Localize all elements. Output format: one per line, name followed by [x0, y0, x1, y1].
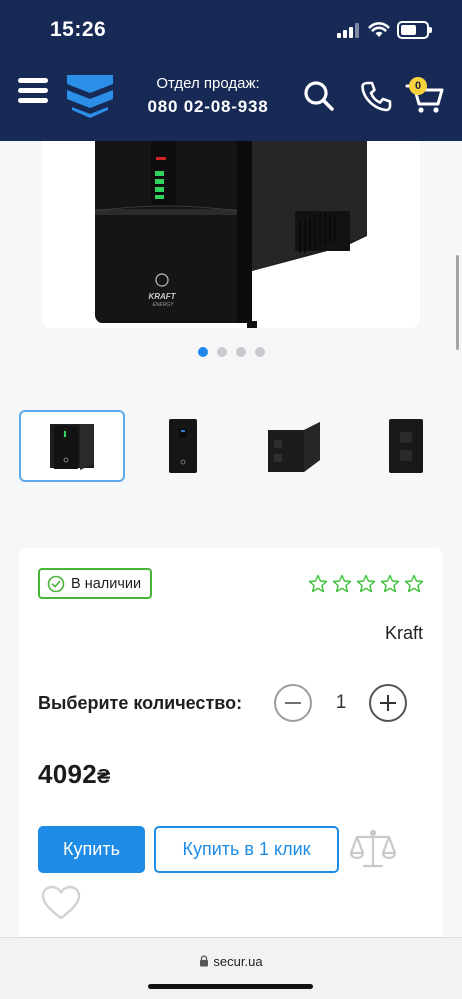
cellular-signal-icon: [337, 23, 361, 38]
check-circle-icon: [47, 575, 65, 592]
star-icon[interactable]: [308, 574, 328, 593]
lock-icon: [200, 955, 209, 967]
status-time: 15:26: [50, 18, 107, 41]
search-icon[interactable]: [303, 80, 335, 112]
sales-phone[interactable]: 080 02-08-938: [134, 97, 282, 117]
secur-chevron-logo[interactable]: [64, 72, 116, 120]
scales-compare-icon[interactable]: [349, 829, 397, 871]
url-text: secur.ua: [213, 954, 263, 969]
wifi-icon: [368, 22, 390, 37]
battery-icon: [397, 21, 432, 39]
availability-badge: В наличии: [38, 568, 153, 599]
hamburger-menu-icon[interactable]: [18, 76, 48, 104]
product-main-image[interactable]: KRAFT ENERGY: [42, 141, 420, 328]
product-info-card: В наличии Kraft Выберите количество: 1 4…: [19, 548, 443, 948]
ups-back-thumbnail[interactable]: [352, 410, 458, 482]
gallery-pagination[interactable]: [198, 347, 265, 357]
buy-one-click-button[interactable]: Купить в 1 клик: [154, 826, 339, 873]
phone-icon[interactable]: [360, 80, 392, 112]
quantity-value[interactable]: 1: [329, 692, 353, 714]
pagination-dot[interactable]: [255, 347, 265, 357]
ups-side-thumbnail[interactable]: [241, 410, 347, 482]
ups-front-angle-thumbnail[interactable]: [19, 410, 125, 482]
star-icon[interactable]: [380, 574, 400, 593]
quantity-increase-button[interactable]: [369, 684, 407, 722]
browser-url-bar[interactable]: secur.ua: [0, 937, 462, 999]
url-display[interactable]: secur.ua: [0, 954, 462, 969]
star-icon[interactable]: [404, 574, 424, 593]
sales-label: Отдел продаж:: [156, 75, 260, 92]
rating-stars[interactable]: [308, 574, 424, 593]
star-icon[interactable]: [332, 574, 352, 593]
buy-button[interactable]: Купить: [38, 826, 145, 873]
thumbnail-strip: [19, 410, 458, 482]
pagination-dot[interactable]: [236, 347, 246, 357]
cart-count-badge: 0: [409, 77, 427, 95]
price-currency: ₴: [97, 766, 111, 788]
pagination-dot[interactable]: [198, 347, 208, 357]
sales-contact[interactable]: Отдел продаж: 080 02-08-938: [134, 75, 282, 117]
product-brand[interactable]: Kraft: [385, 623, 423, 644]
home-indicator[interactable]: [148, 984, 313, 989]
app-header: 15:26 Отдел продаж: 080 02-08-938 0: [0, 0, 462, 141]
quantity-label: Выберите количество:: [38, 693, 243, 713]
ups-front-thumbnail[interactable]: [130, 410, 236, 482]
quantity-decrease-button[interactable]: [274, 684, 312, 722]
brand-logo-text: KRAFT: [148, 292, 176, 301]
price-value: 4092: [38, 759, 98, 789]
brand-logo-subtext: ENERGY: [152, 302, 174, 308]
heart-icon[interactable]: [41, 885, 81, 921]
ups-device-image: KRAFT ENERGY: [94, 141, 367, 328]
pagination-dot[interactable]: [217, 347, 227, 357]
page-scrollbar[interactable]: [456, 255, 459, 350]
star-icon[interactable]: [356, 574, 376, 593]
product-price: 4092₴: [38, 759, 111, 790]
availability-text: В наличии: [71, 575, 142, 592]
